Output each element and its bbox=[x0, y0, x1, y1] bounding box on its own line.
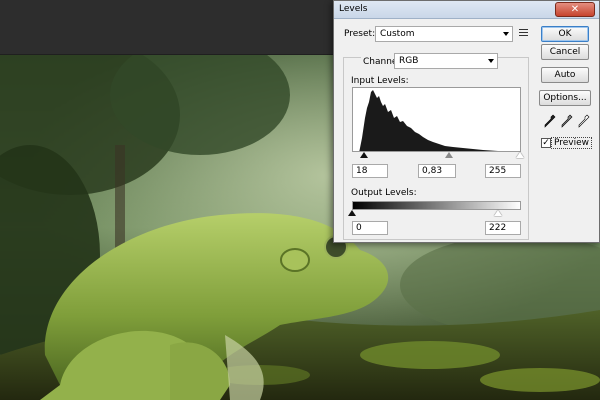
output-black-field[interactable]: 0 bbox=[352, 221, 388, 235]
output-black-slider[interactable] bbox=[348, 210, 356, 216]
gray-eyedropper-icon[interactable] bbox=[561, 114, 573, 128]
histogram bbox=[352, 87, 521, 152]
output-levels-label: Output Levels: bbox=[351, 188, 417, 198]
channel-select[interactable]: RGB bbox=[394, 53, 498, 69]
ok-button[interactable]: OK bbox=[541, 26, 589, 42]
white-eyedropper-icon[interactable] bbox=[578, 114, 590, 128]
preset-value: Custom bbox=[380, 29, 415, 39]
options-button[interactable]: Options... bbox=[539, 90, 591, 106]
preset-label: Preset: bbox=[344, 29, 376, 39]
close-icon: ✕ bbox=[570, 4, 580, 15]
input-levels-label: Input Levels: bbox=[351, 76, 409, 86]
chevron-down-icon bbox=[503, 32, 509, 36]
chevron-down-icon bbox=[488, 59, 494, 63]
dialog-title: Levels bbox=[339, 4, 368, 14]
histogram-shape bbox=[359, 90, 498, 151]
checkmark-icon: ✓ bbox=[542, 138, 550, 148]
close-button[interactable]: ✕ bbox=[555, 2, 595, 17]
input-white-field[interactable]: 255 bbox=[485, 164, 521, 178]
input-black-field[interactable]: 18 bbox=[352, 164, 388, 178]
auto-button[interactable]: Auto bbox=[541, 67, 589, 83]
preview-label[interactable]: Preview bbox=[551, 137, 593, 149]
preset-select[interactable]: Custom bbox=[375, 26, 513, 42]
input-gamma-field[interactable]: 0,83 bbox=[418, 164, 456, 178]
input-gamma-slider[interactable] bbox=[445, 152, 454, 158]
black-eyedropper-icon[interactable] bbox=[544, 114, 556, 128]
cancel-button[interactable]: Cancel bbox=[541, 44, 589, 60]
preview-checkbox[interactable]: ✓ bbox=[541, 138, 551, 148]
output-white-field[interactable]: 222 bbox=[485, 221, 521, 235]
output-gradient-bar bbox=[352, 201, 521, 210]
dialog-titlebar[interactable]: Levels ✕ bbox=[334, 1, 599, 19]
preset-options-menu-icon[interactable] bbox=[519, 29, 531, 39]
input-black-slider[interactable] bbox=[359, 152, 368, 158]
input-white-slider[interactable] bbox=[516, 152, 524, 158]
output-white-slider[interactable] bbox=[494, 210, 503, 216]
channel-value: RGB bbox=[399, 56, 419, 66]
